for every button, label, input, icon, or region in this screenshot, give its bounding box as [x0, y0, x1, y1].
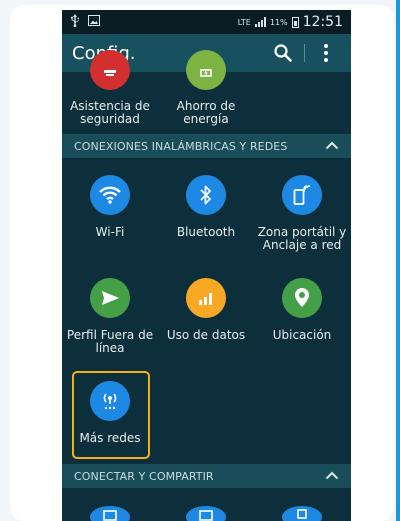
battery-percent: 11%	[269, 17, 288, 27]
settings-item-more-networks[interactable]: Más redes	[62, 381, 158, 464]
settings-item-wifi[interactable]: Wi-Fi	[62, 175, 158, 261]
status-bar: LTE 11% 12:51	[62, 10, 351, 34]
search-icon	[274, 44, 292, 62]
wireless-row-3: Más redes	[62, 364, 351, 464]
settings-item-bluetooth[interactable]: Bluetooth	[158, 175, 254, 261]
settings-item-label: Ahorro de energía	[176, 99, 236, 126]
screen-mirroring-icon	[186, 506, 226, 521]
hotspot-icon	[282, 175, 322, 215]
more-vert-icon	[324, 44, 328, 62]
wireless-row-2: Perfil Fuera de línea Uso de datos Ubica…	[62, 261, 351, 364]
image-notification-icon	[88, 15, 100, 29]
location-icon	[282, 278, 322, 318]
settings-item-security-assistance[interactable]: Asistencia de seguridad	[62, 50, 158, 134]
top-items-row: Asistencia de seguridad Ahorro de energí…	[62, 50, 351, 134]
settings-item-label: Uso de datos	[166, 328, 246, 342]
settings-item-label: Wi-Fi	[95, 225, 125, 239]
section-header-connect[interactable]: CONECTAR Y COMPARTIR	[62, 464, 351, 488]
security-assistance-icon	[90, 50, 130, 90]
settings-item-connect-1[interactable]	[62, 506, 158, 521]
battery-icon	[291, 16, 299, 28]
settings-content: Asistencia de seguridad Ahorro de energí…	[62, 50, 351, 521]
chevron-up-icon	[325, 140, 339, 153]
settings-item-hotspot[interactable]: Zona portátil y Anclaje a red	[254, 175, 350, 261]
wifi-icon	[90, 175, 130, 215]
settings-item-location[interactable]: Ubicación	[254, 278, 350, 364]
clock: 12:51	[302, 14, 343, 30]
settings-item-label: Perfil Fuera de línea	[66, 328, 154, 355]
settings-item-power-saving[interactable]: Ahorro de energía	[158, 50, 254, 134]
settings-item-offline-profile[interactable]: Perfil Fuera de línea	[62, 278, 158, 364]
settings-item-label: Ubicación	[272, 328, 332, 342]
data-usage-icon	[186, 278, 226, 318]
bluetooth-icon	[186, 175, 226, 215]
printer-icon	[282, 506, 322, 521]
settings-item-label: Zona portátil y Anclaje a red	[257, 225, 347, 252]
wireless-row-1: Wi-Fi Bluetooth Zona portátil y Anclaje …	[62, 158, 351, 261]
power-saving-icon	[186, 50, 226, 90]
connect-row-partial	[62, 488, 351, 521]
settings-item-connect-3[interactable]	[254, 506, 350, 521]
settings-item-label: Bluetooth	[176, 225, 236, 239]
device-icon	[90, 506, 130, 521]
usb-icon	[70, 14, 80, 30]
section-title: CONECTAR Y COMPARTIR	[74, 469, 214, 483]
airplane-icon	[90, 278, 130, 318]
settings-item-label: Asistencia de seguridad	[70, 99, 150, 126]
appbar-divider	[304, 44, 305, 62]
chevron-up-icon	[325, 470, 339, 483]
settings-item-label: Más redes	[79, 431, 141, 445]
more-networks-icon	[90, 381, 130, 421]
phone-screen: LTE 11% 12:51 Config.	[62, 10, 351, 521]
settings-item-data-usage[interactable]: Uso de datos	[158, 278, 254, 364]
section-header-wireless[interactable]: CONEXIONES INALÁMBRICAS Y REDES	[62, 134, 351, 158]
settings-item-connect-2[interactable]	[158, 506, 254, 521]
overflow-menu-button[interactable]	[311, 38, 341, 68]
search-button[interactable]	[268, 38, 298, 68]
section-title: CONEXIONES INALÁMBRICAS Y REDES	[74, 139, 288, 153]
frame-accent-bar	[396, 0, 400, 521]
signal-icon	[254, 17, 266, 27]
network-type: LTE	[237, 17, 251, 27]
